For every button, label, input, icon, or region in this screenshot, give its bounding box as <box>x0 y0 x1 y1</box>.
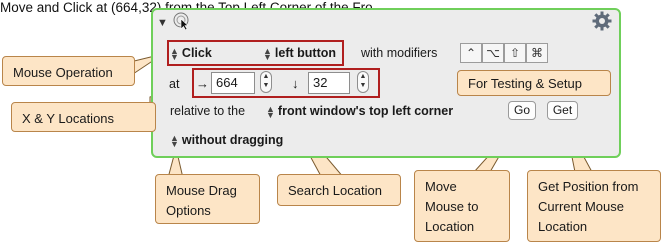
highlight-xy-locations <box>192 68 380 98</box>
command-modifier-key[interactable]: ⌘ <box>526 43 548 63</box>
relative-to-popup[interactable]: ▲ ▼ front window's top left corner <box>266 103 453 120</box>
callout-xy-locations: X & Y Locations <box>11 102 156 132</box>
disclosure-triangle-icon[interactable]: ▼ <box>157 17 168 29</box>
option-modifier-key[interactable]: ⌥ <box>482 43 504 63</box>
callout-search-location: Search Location <box>277 174 401 206</box>
relative-to-label: relative to the <box>170 104 246 118</box>
callout-testing-setup: For Testing & Setup <box>457 70 611 96</box>
shift-modifier-key[interactable]: ⇧ <box>504 43 526 63</box>
callout-get-position: Get Position from Current Mouse Location <box>527 170 661 242</box>
dragging-popup[interactable]: ▲ ▼ without dragging <box>170 132 283 149</box>
callout-mouse-operation: Mouse Operation <box>2 56 135 86</box>
gear-icon[interactable] <box>592 11 612 31</box>
at-label: at <box>169 77 180 91</box>
highlight-mouse-operation <box>167 40 344 66</box>
callout-move-mouse: Move Mouse to Location <box>414 170 510 242</box>
go-button[interactable]: Go <box>508 101 536 120</box>
control-modifier-key[interactable]: ⌃ <box>460 43 482 63</box>
with-modifiers-label: with modifiers <box>361 46 438 60</box>
get-button[interactable]: Get <box>547 101 578 120</box>
popup-arrows-icon: ▲ ▼ <box>266 103 275 120</box>
mouse-click-icon <box>173 12 189 30</box>
popup-arrows-icon: ▲ ▼ <box>170 132 179 149</box>
callout-mouse-drag: Mouse Drag Options <box>155 174 260 224</box>
